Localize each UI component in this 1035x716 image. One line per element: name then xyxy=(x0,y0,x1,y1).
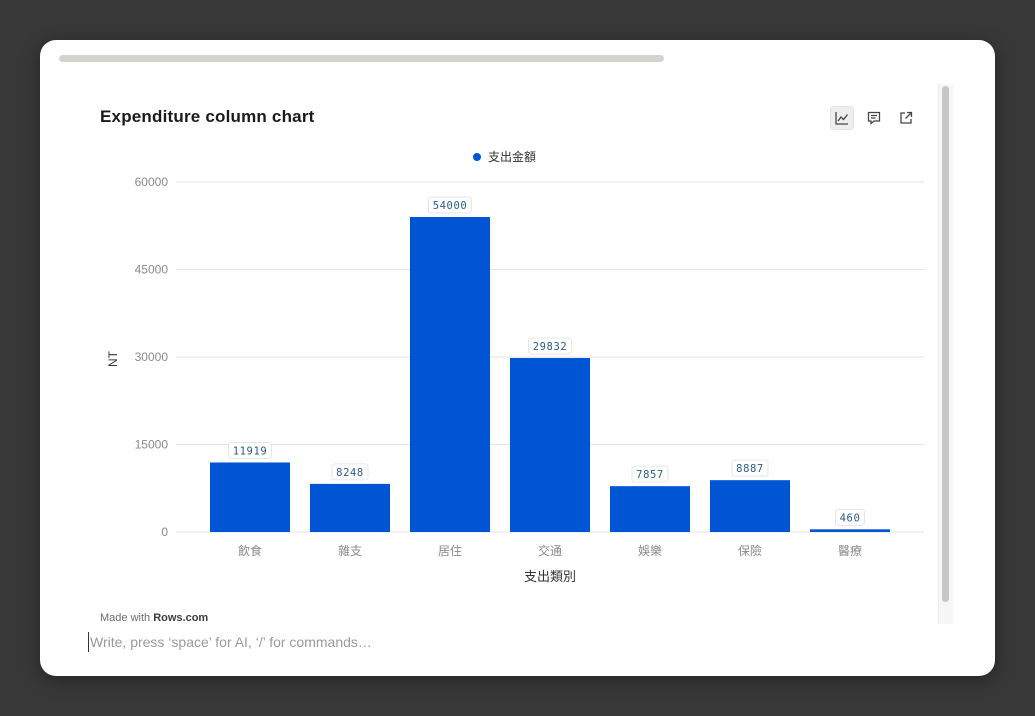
bar-4[interactable] xyxy=(610,486,690,532)
legend-label-expenditure: 支出金額 xyxy=(488,149,536,164)
data-label: 460 xyxy=(840,512,861,524)
made-with-credit: Made with Rows.com xyxy=(100,612,208,624)
y-axis-title: NT xyxy=(106,350,120,367)
bar-5[interactable] xyxy=(710,480,790,532)
editor-input[interactable]: Write, press ‘space’ for AI, ‘/’ for com… xyxy=(88,632,790,652)
x-tick-label: 娛樂 xyxy=(638,543,662,558)
data-label: 54000 xyxy=(433,200,468,212)
chart-card: Expenditure column chart 支出金額 0 15000 3000… xyxy=(40,40,995,676)
x-tick-label: 醫療 xyxy=(838,544,862,558)
x-tick-label: 交通 xyxy=(538,543,562,558)
bar-2[interactable] xyxy=(410,217,490,532)
bar-6[interactable] xyxy=(810,529,890,532)
column-chart: 支出金額 0 15000 30000 45000 60000 11919 飲食 8248 雜支… xyxy=(106,149,924,584)
x-tick-label: 飲食 xyxy=(238,543,262,558)
data-label: 8887 xyxy=(736,463,764,475)
bar-0[interactable] xyxy=(210,462,290,532)
y-tick-label: 60000 xyxy=(135,175,169,189)
legend: 支出金額 xyxy=(473,149,536,164)
x-tick-label: 居住 xyxy=(438,544,462,558)
x-tick-label: 保險 xyxy=(738,543,762,558)
made-with-prefix: Made with xyxy=(100,612,154,624)
data-label: 7857 xyxy=(636,469,664,481)
data-label: 29832 xyxy=(533,341,568,353)
bar-1[interactable] xyxy=(310,483,390,532)
vertical-scrollbar-track xyxy=(938,84,953,624)
y-tick-label: 0 xyxy=(161,525,168,539)
bar-3[interactable] xyxy=(510,357,590,532)
y-tick-label: 15000 xyxy=(135,438,169,452)
data-label: 11919 xyxy=(233,445,268,457)
data-label: 8248 xyxy=(336,467,364,479)
x-axis-title: 支出類別 xyxy=(524,569,576,584)
legend-swatch xyxy=(473,153,481,161)
y-tick-label: 45000 xyxy=(135,263,169,277)
y-tick-label: 30000 xyxy=(135,350,169,364)
vertical-scrollbar-thumb[interactable] xyxy=(942,86,949,602)
rows-link[interactable]: Rows.com xyxy=(153,612,208,624)
x-tick-label: 雜支 xyxy=(338,543,362,558)
